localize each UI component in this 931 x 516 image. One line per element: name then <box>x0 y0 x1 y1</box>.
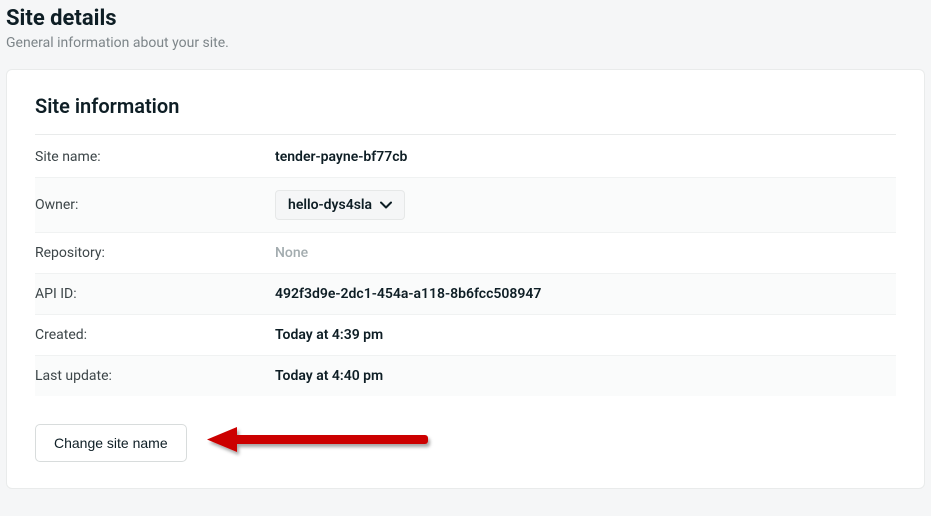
page-header: Site details General information about y… <box>6 6 925 63</box>
arrow-annotation-icon <box>207 424 437 462</box>
page-title: Site details <box>6 6 925 31</box>
page-container: Site details General information about y… <box>0 0 931 489</box>
chevron-down-icon <box>380 197 392 213</box>
value-api-id: 492f3d9e-2dc1-454a-a118-8b6fcc508947 <box>275 286 541 302</box>
value-last-update: Today at 4:40 pm <box>275 368 383 384</box>
label-site-name: Site name: <box>35 149 275 165</box>
site-information-card: Site information Site name: tender-payne… <box>6 69 925 489</box>
row-repository: Repository: None <box>35 233 896 274</box>
label-api-id: API ID: <box>35 286 275 302</box>
value-site-name: tender-payne-bf77cb <box>275 149 407 165</box>
change-site-name-button[interactable]: Change site name <box>35 424 187 462</box>
row-owner: Owner: hello-dys4sla <box>35 178 896 233</box>
label-last-update: Last update: <box>35 368 275 384</box>
row-created: Created: Today at 4:39 pm <box>35 315 896 356</box>
card-title: Site information <box>35 94 896 135</box>
value-created: Today at 4:39 pm <box>275 327 383 343</box>
info-list: Site name: tender-payne-bf77cb Owner: he… <box>35 137 896 396</box>
row-site-name: Site name: tender-payne-bf77cb <box>35 137 896 178</box>
row-last-update: Last update: Today at 4:40 pm <box>35 356 896 396</box>
card-actions: Change site name <box>35 424 896 462</box>
label-repository: Repository: <box>35 245 275 261</box>
value-repository: None <box>275 245 308 261</box>
row-api-id: API ID: 492f3d9e-2dc1-454a-a118-8b6fcc50… <box>35 274 896 315</box>
owner-dropdown[interactable]: hello-dys4sla <box>275 190 405 220</box>
label-created: Created: <box>35 327 275 343</box>
label-owner: Owner: <box>35 197 275 213</box>
page-subtitle: General information about your site. <box>6 35 925 51</box>
value-owner: hello-dys4sla <box>288 197 372 213</box>
